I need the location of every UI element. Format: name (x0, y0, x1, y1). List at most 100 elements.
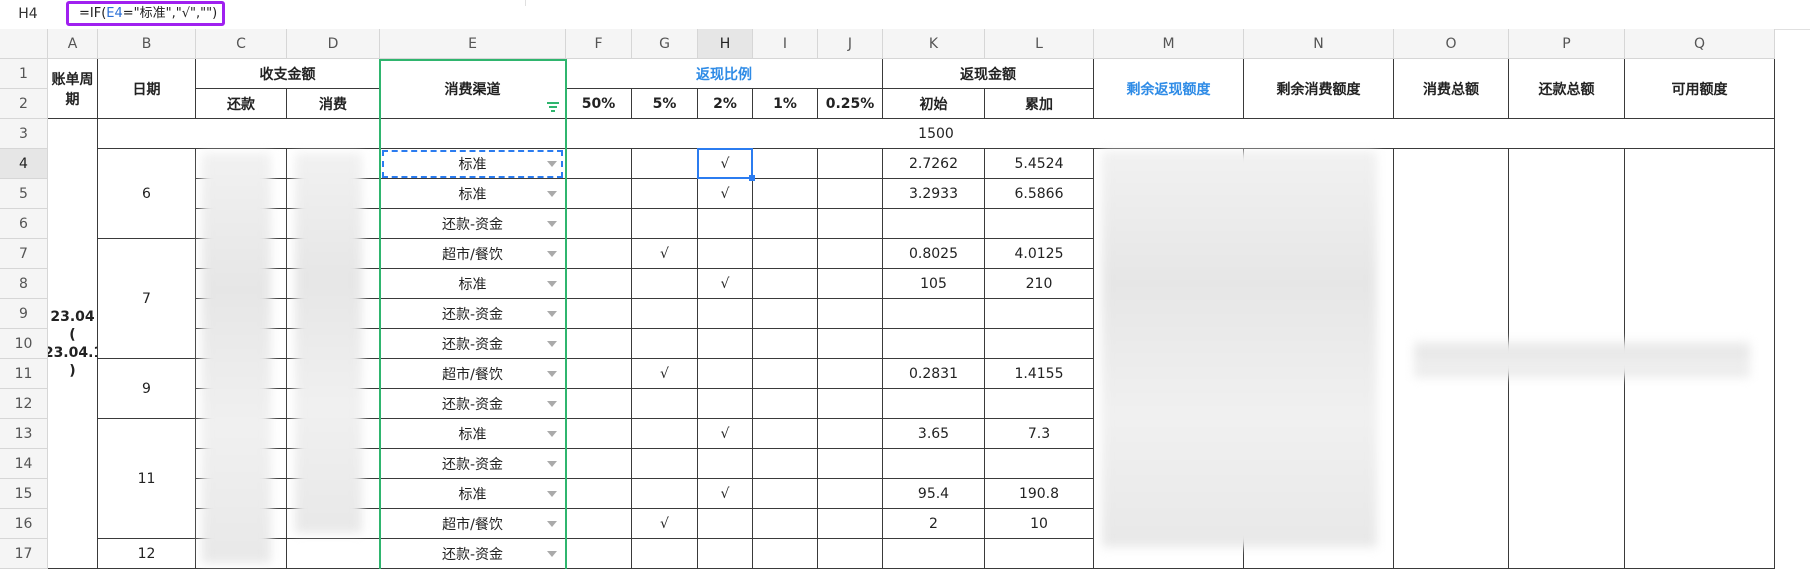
cashback-cumulative-cell[interactable] (985, 329, 1094, 359)
row-header-16[interactable]: 16 (0, 509, 48, 539)
ratio-5-cell[interactable]: √ (632, 359, 698, 389)
column-header-c[interactable]: C (196, 29, 287, 59)
ratio-1-cell[interactable] (753, 419, 818, 449)
ratio-2-cell[interactable]: √ (698, 179, 753, 209)
ratio-50-cell[interactable] (566, 389, 632, 419)
cashback-initial-cell[interactable]: 3.2933 (883, 179, 985, 209)
ratio-1-cell[interactable] (753, 239, 818, 269)
ratio-025-cell[interactable] (818, 359, 883, 389)
ratio-025-cell[interactable] (818, 299, 883, 329)
column-header-p[interactable]: P (1509, 29, 1625, 59)
date-cell[interactable]: 11 (98, 419, 196, 539)
cashback-cumulative-cell[interactable] (985, 539, 1094, 569)
ratio-50-cell[interactable] (566, 509, 632, 539)
channel-dropdown[interactable]: 还款-资金 (380, 539, 566, 569)
cashback-initial-cell[interactable]: 105 (883, 269, 985, 299)
ratio-1-cell[interactable] (753, 269, 818, 299)
ratio-025-cell[interactable] (818, 389, 883, 419)
ratio-5-cell[interactable]: √ (632, 239, 698, 269)
row-header-2[interactable]: 2 (0, 89, 48, 119)
column-header-n[interactable]: N (1244, 29, 1394, 59)
ratio-50-cell[interactable] (566, 179, 632, 209)
cashback-cumulative-cell[interactable]: 1.4155 (985, 359, 1094, 389)
ratio-2-cell[interactable] (698, 329, 753, 359)
name-box[interactable]: H4 (0, 0, 56, 29)
column-header-i[interactable]: I (753, 29, 818, 59)
ratio-5-cell[interactable] (632, 449, 698, 479)
ratio-50-cell[interactable] (566, 209, 632, 239)
date-cell[interactable]: 7 (98, 239, 196, 359)
row-header-9[interactable]: 9 (0, 299, 48, 329)
column-header-m[interactable]: M (1094, 29, 1244, 59)
chevron-down-icon[interactable] (547, 550, 557, 557)
ratio-50-cell[interactable] (566, 299, 632, 329)
ratio-2-cell[interactable]: √ (698, 419, 753, 449)
ratio-025-cell[interactable] (818, 509, 883, 539)
ratio-1-cell[interactable] (753, 509, 818, 539)
ratio-025-cell[interactable] (818, 449, 883, 479)
ratio-025-cell[interactable] (818, 419, 883, 449)
row-header-3[interactable]: 3 (0, 119, 48, 149)
channel-dropdown[interactable]: 超市/餐饮 (380, 509, 566, 539)
chevron-down-icon[interactable] (547, 340, 557, 347)
ratio-1-cell[interactable] (753, 359, 818, 389)
row-header-14[interactable]: 14 (0, 449, 48, 479)
channel-dropdown[interactable]: 超市/餐饮 (380, 239, 566, 269)
ratio-025-cell[interactable] (818, 239, 883, 269)
cashback-cumulative-cell[interactable] (985, 449, 1094, 479)
chevron-down-icon[interactable] (547, 520, 557, 527)
channel-dropdown[interactable]: 超市/餐饮 (380, 359, 566, 389)
ratio-5-cell[interactable] (632, 479, 698, 509)
row-header-8[interactable]: 8 (0, 269, 48, 299)
ratio-5-cell[interactable] (632, 269, 698, 299)
cashback-initial-cell[interactable]: 95.4 (883, 479, 985, 509)
column-header-a[interactable]: A (48, 29, 98, 59)
filter-icon[interactable] (547, 102, 559, 112)
ratio-5-cell[interactable] (632, 209, 698, 239)
cashback-initial-cell[interactable] (883, 299, 985, 329)
row-header-4[interactable]: 4 (0, 149, 48, 179)
cashback-initial-cell[interactable] (883, 389, 985, 419)
cashback-initial-cell[interactable] (883, 449, 985, 479)
ratio-5-cell[interactable] (632, 149, 698, 179)
cashback-initial-cell[interactable] (883, 539, 985, 569)
cashback-initial-cell[interactable] (883, 329, 985, 359)
ratio-2-cell[interactable] (698, 389, 753, 419)
channel-dropdown[interactable]: 还款-资金 (380, 329, 566, 359)
cashback-cumulative-cell[interactable]: 10 (985, 509, 1094, 539)
ratio-1-cell[interactable] (753, 479, 818, 509)
column-header-o[interactable]: O (1394, 29, 1509, 59)
ratio-025-cell[interactable] (818, 269, 883, 299)
ratio-2-cell[interactable]: √ (698, 269, 753, 299)
cashback-cumulative-cell[interactable]: 6.5866 (985, 179, 1094, 209)
date-cell[interactable]: 9 (98, 359, 196, 419)
column-header-e[interactable]: E (380, 29, 566, 59)
ratio-025-cell[interactable] (818, 179, 883, 209)
cashback-initial-cell[interactable]: 2.7262 (883, 149, 985, 179)
ratio-50-cell[interactable] (566, 239, 632, 269)
ratio-50-cell[interactable] (566, 269, 632, 299)
channel-dropdown[interactable]: 标准 (380, 479, 566, 509)
ratio-1-cell[interactable] (753, 329, 818, 359)
ratio-1-cell[interactable] (753, 299, 818, 329)
ratio-025-cell[interactable] (818, 329, 883, 359)
column-header-g[interactable]: G (632, 29, 698, 59)
ratio-2-cell[interactable] (698, 449, 753, 479)
cashback-initial-cell[interactable]: 2 (883, 509, 985, 539)
row-header-13[interactable]: 13 (0, 419, 48, 449)
ratio-2-cell[interactable] (698, 359, 753, 389)
chevron-down-icon[interactable] (547, 220, 557, 227)
ratio-025-cell[interactable] (818, 479, 883, 509)
channel-dropdown[interactable]: 标准 (380, 179, 566, 209)
ratio-5-cell[interactable] (632, 419, 698, 449)
column-header-b[interactable]: B (98, 29, 196, 59)
chevron-down-icon[interactable] (547, 400, 557, 407)
ratio-1-cell[interactable] (753, 209, 818, 239)
ratio-1-cell[interactable] (753, 149, 818, 179)
chevron-down-icon[interactable] (547, 370, 557, 377)
channel-dropdown[interactable]: 还款-资金 (380, 299, 566, 329)
channel-dropdown[interactable]: 还款-资金 (380, 209, 566, 239)
consumption-cell[interactable] (287, 539, 380, 569)
active-cell-selection[interactable] (697, 148, 753, 179)
channel-dropdown[interactable]: 还款-资金 (380, 449, 566, 479)
